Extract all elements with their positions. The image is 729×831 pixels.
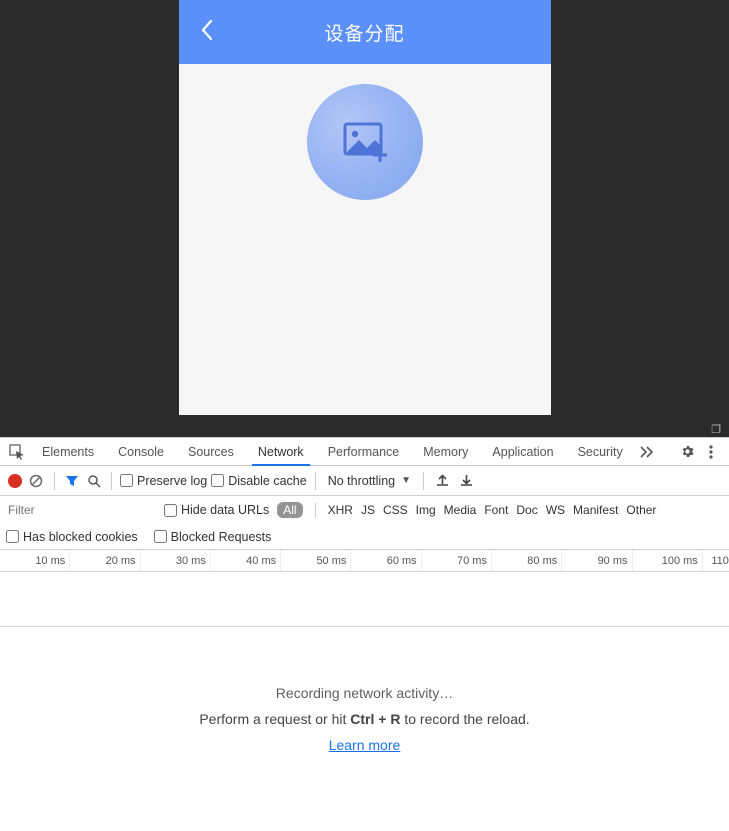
clear-icon: [29, 474, 43, 488]
import-har-button[interactable]: [432, 474, 452, 487]
filter-type-media[interactable]: Media: [444, 503, 477, 517]
divider: [315, 503, 316, 517]
preserve-log-label: Preserve log: [137, 474, 207, 488]
tab-console[interactable]: Console: [106, 438, 176, 465]
timeline-tick: 40 ms: [211, 550, 281, 571]
chevron-left-icon: [199, 19, 215, 41]
divider: [315, 472, 316, 490]
empty-state-post: to record the reload.: [400, 711, 529, 727]
disable-cache-checkbox[interactable]: Disable cache: [211, 474, 307, 488]
mobile-title: 设备分配: [324, 19, 404, 46]
dock-icon[interactable]: ❐: [711, 423, 721, 436]
preserve-log-input[interactable]: [120, 474, 133, 487]
gear-icon: [680, 444, 695, 459]
timeline-tick: 90 ms: [562, 550, 632, 571]
image-add-icon: [343, 122, 387, 162]
divider: [54, 472, 55, 490]
divider: [423, 472, 424, 490]
filter-type-font[interactable]: Font: [484, 503, 508, 517]
tabs-overflow-button[interactable]: [635, 438, 659, 465]
filter-row: Hide data URLs All XHR JS CSS Img Media …: [0, 496, 729, 524]
search-icon: [87, 474, 101, 488]
timeline-tick: 80 ms: [492, 550, 562, 571]
throttling-select[interactable]: No throttling ▼: [324, 474, 415, 488]
blocked-requests-label: Blocked Requests: [171, 530, 272, 544]
hide-data-urls-checkbox[interactable]: Hide data URLs: [164, 503, 269, 517]
timeline-overview[interactable]: 10 ms 20 ms 30 ms 40 ms 50 ms 60 ms 70 m…: [0, 550, 729, 627]
tab-elements[interactable]: Elements: [30, 438, 106, 465]
timeline-tick: 30 ms: [141, 550, 211, 571]
empty-state-pre: Perform a request or hit: [199, 711, 350, 727]
timeline-tick: 20 ms: [70, 550, 140, 571]
export-har-button[interactable]: [456, 474, 476, 487]
has-blocked-cookies-input[interactable]: [6, 530, 19, 543]
upload-icon: [436, 474, 449, 487]
funnel-icon: [65, 474, 79, 488]
caret-down-icon: ▼: [401, 475, 411, 486]
mobile-frame: 设备分配: [179, 0, 551, 415]
timeline-tick: 60 ms: [351, 550, 421, 571]
more-button[interactable]: [699, 438, 723, 465]
filter-toggle-button[interactable]: [63, 474, 81, 488]
filter-type-js[interactable]: JS: [361, 503, 375, 517]
mobile-header: 设备分配: [179, 0, 551, 64]
search-button[interactable]: [85, 474, 103, 488]
blocked-requests-input[interactable]: [154, 530, 167, 543]
learn-more-link[interactable]: Learn more: [329, 737, 401, 753]
filter-row-2: Has blocked cookies Blocked Requests: [0, 524, 729, 550]
preserve-log-checkbox[interactable]: Preserve log: [120, 474, 207, 488]
timeline-tick: 10 ms: [0, 550, 70, 571]
settings-button[interactable]: [675, 438, 699, 465]
devtools-panel: Elements Console Sources Network Perform…: [0, 437, 729, 831]
download-icon: [460, 474, 473, 487]
shortcut-key: Ctrl + R: [350, 711, 400, 727]
filter-input[interactable]: [6, 501, 156, 519]
tab-application[interactable]: Application: [480, 438, 565, 465]
network-toolbar: Preserve log Disable cache No throttling…: [0, 466, 729, 496]
timeline-tick: 50 ms: [281, 550, 351, 571]
has-blocked-cookies-label: Has blocked cookies: [23, 530, 138, 544]
empty-state: Recording network activity… Perform a re…: [0, 627, 729, 831]
blocked-requests-checkbox[interactable]: Blocked Requests: [154, 530, 272, 544]
mobile-body: [179, 64, 551, 415]
tab-performance[interactable]: Performance: [316, 438, 412, 465]
has-blocked-cookies-checkbox[interactable]: Has blocked cookies: [6, 530, 138, 544]
upload-image-button[interactable]: [307, 84, 423, 200]
filter-type-manifest[interactable]: Manifest: [573, 503, 618, 517]
throttling-label: No throttling: [328, 474, 395, 488]
filter-type-xhr[interactable]: XHR: [328, 503, 353, 517]
timeline-tick: 110: [703, 550, 729, 571]
timeline-tick: 100 ms: [633, 550, 703, 571]
tab-network[interactable]: Network: [246, 438, 316, 465]
hide-data-urls-label: Hide data URLs: [181, 503, 269, 517]
disable-cache-input[interactable]: [211, 474, 224, 487]
kebab-icon: [709, 445, 713, 459]
filter-type-ws[interactable]: WS: [546, 503, 565, 517]
filter-type-img[interactable]: Img: [416, 503, 436, 517]
back-button[interactable]: [195, 18, 219, 42]
disable-cache-label: Disable cache: [228, 474, 307, 488]
filter-type-css[interactable]: CSS: [383, 503, 408, 517]
inspect-element-button[interactable]: [4, 438, 30, 465]
timeline-ticks: 10 ms 20 ms 30 ms 40 ms 50 ms 60 ms 70 m…: [0, 550, 729, 572]
record-button[interactable]: [8, 474, 22, 488]
device-preview-area: 设备分配 ❐: [0, 0, 729, 437]
clear-button[interactable]: [26, 474, 46, 488]
devtools-tabbar: Elements Console Sources Network Perform…: [0, 438, 729, 466]
tab-security[interactable]: Security: [566, 438, 635, 465]
timeline-tick: 70 ms: [422, 550, 492, 571]
filter-type-doc[interactable]: Doc: [516, 503, 537, 517]
empty-state-subtext: Perform a request or hit Ctrl + R to rec…: [199, 711, 529, 727]
inspect-icon: [9, 444, 25, 460]
tab-sources[interactable]: Sources: [176, 438, 246, 465]
chevron-double-right-icon: [640, 446, 654, 458]
hide-data-urls-input[interactable]: [164, 504, 177, 517]
filter-type-all[interactable]: All: [277, 502, 302, 518]
filter-type-other[interactable]: Other: [626, 503, 656, 517]
empty-state-heading: Recording network activity…: [276, 685, 453, 701]
divider: [111, 472, 112, 490]
tab-memory[interactable]: Memory: [411, 438, 480, 465]
